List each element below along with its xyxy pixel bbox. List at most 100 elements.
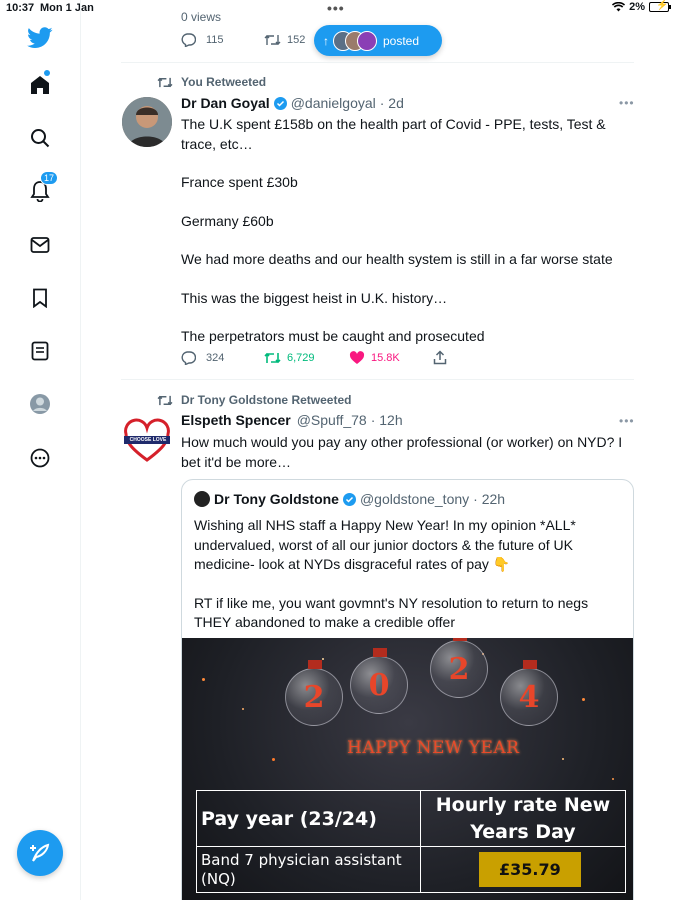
- pay-row-label: Band 7 physician assistant (NQ): [196, 846, 421, 893]
- tweet-paragraph: The perpetrators must be caught and pros…: [181, 328, 485, 344]
- avatar[interactable]: [122, 97, 172, 147]
- status-right: 2% ⚡: [612, 0, 671, 13]
- tweet-paragraph: How much would you pay any other profess…: [181, 434, 623, 470]
- quote-text: Wishing all NHS staff a Happy New Year! …: [194, 516, 614, 633]
- retweeted-line: Dr Tony Goldstone Retweeted: [157, 393, 351, 407]
- home-unread-dot: [44, 70, 50, 76]
- lists-icon[interactable]: [26, 337, 54, 365]
- tweet-divider: [121, 379, 634, 380]
- tweet-author-line: Elspeth Spencer @Spuff_78 · 12h: [181, 412, 403, 428]
- quote-author-handle: @goldstone_tony: [359, 491, 470, 507]
- ornament-digit: 0: [368, 667, 390, 703]
- profile-icon[interactable]: [26, 390, 54, 418]
- spark: [272, 758, 275, 761]
- retweet-icon: [264, 352, 281, 364]
- tweet-text: The U.K spent £158b on the health part o…: [181, 115, 631, 347]
- quote-author-name: Dr Tony Goldstone: [214, 491, 339, 507]
- retweeted-by: You Retweeted: [181, 75, 267, 89]
- notifications-badge: 17: [40, 171, 59, 185]
- author-name[interactable]: Dr Dan Goyal: [181, 95, 270, 111]
- quote-paragraph: Wishing all NHS staff a Happy New Year! …: [194, 517, 576, 572]
- spark: [562, 758, 564, 760]
- verified-badge-icon: [273, 96, 287, 110]
- more-options-icon[interactable]: •••: [619, 414, 635, 428]
- reply-icon: [181, 33, 196, 47]
- retweet-count: 152: [287, 34, 306, 46]
- spark: [322, 658, 324, 660]
- avatar-text: CHOOSE LOVE: [129, 437, 167, 443]
- battery-icon: ⚡: [649, 0, 671, 12]
- like-action[interactable]: 15.8K: [349, 351, 400, 365]
- reply-action[interactable]: 324: [181, 351, 224, 365]
- author-handle[interactable]: @Spuff_78: [297, 412, 367, 428]
- ornament: 2: [285, 660, 343, 726]
- retweet-action[interactable]: 152: [264, 33, 305, 47]
- share-icon: [433, 350, 447, 365]
- avatar[interactable]: CHOOSE LOVE: [122, 416, 172, 466]
- verified-badge-icon: [342, 492, 356, 506]
- retweet-icon: [157, 395, 173, 405]
- retweet-action[interactable]: 6,729: [264, 351, 315, 365]
- pay-rate-value: £35.79: [479, 852, 581, 887]
- ornament-digit: 4: [518, 679, 540, 715]
- posted-label: posted: [383, 33, 420, 48]
- tweet-text: How much would you pay any other profess…: [181, 433, 631, 472]
- spark: [612, 778, 614, 780]
- tweet-author-line: Dr Dan Goyal @danielgoyal · 2d: [181, 95, 404, 111]
- hourly-rate-header: Hourly rate New Years Day: [420, 790, 626, 847]
- quoted-tweet[interactable]: Dr Tony Goldstone @goldstone_tony · 22h …: [181, 479, 634, 900]
- heart-icon: [349, 351, 365, 364]
- quote-paragraph: RT if like me, you want govmnt's NY reso…: [194, 594, 589, 631]
- retweet-icon: [157, 77, 173, 87]
- multitasking-dots-icon[interactable]: •••: [327, 0, 345, 16]
- mail-icon[interactable]: [26, 231, 54, 259]
- ornament-digit: 2: [448, 651, 470, 687]
- tweet-time[interactable]: · 2d: [380, 95, 404, 111]
- tweet-paragraph: The U.K spent £158b on the health part o…: [181, 116, 606, 152]
- wifi-icon: [612, 2, 626, 12]
- ornament: 0: [350, 648, 408, 714]
- pay-table: Pay year (23/24) Hourly rate New Years D…: [196, 790, 626, 893]
- more-icon[interactable]: [26, 444, 54, 472]
- tweet-divider: [121, 62, 634, 63]
- share-action[interactable]: [433, 350, 447, 365]
- arrow-up-icon: ↑: [323, 33, 329, 48]
- home-icon[interactable]: [26, 70, 54, 99]
- spark: [242, 708, 244, 710]
- status-bar: 10:37 Mon 1 Jan ••• 2% ⚡: [0, 0, 675, 16]
- tweet-paragraph: France spent £30b: [181, 174, 298, 190]
- happy-new-year-text: HAPPY NEW YEAR: [347, 738, 520, 758]
- tweet-paragraph: This was the biggest heist in U.K. histo…: [181, 289, 448, 306]
- mini-avatar: [357, 30, 377, 51]
- tweet-paragraph: We had more deaths and our health system…: [181, 251, 613, 267]
- quote-author-line: Dr Tony Goldstone @goldstone_tony · 22h: [194, 491, 505, 507]
- ornament-digit: 2: [303, 679, 325, 715]
- new-posts-pill[interactable]: ↑ posted: [314, 25, 442, 56]
- retweeted-line: You Retweeted: [157, 75, 266, 89]
- ornament: 4: [500, 660, 558, 726]
- quote-image[interactable]: 2 0 2 4 HAPPY NEW YEAR Pay year (23/24) …: [182, 638, 633, 900]
- battery-percent: 2%: [629, 1, 645, 13]
- sidebar: 17: [0, 0, 81, 900]
- tweet-time[interactable]: · 12h: [371, 412, 403, 428]
- compose-button[interactable]: [17, 830, 63, 876]
- retweeted-by: Dr Tony Goldstone Retweeted: [181, 393, 352, 407]
- author-name[interactable]: Elspeth Spencer: [181, 412, 291, 428]
- reply-action[interactable]: 115: [181, 33, 224, 47]
- bookmark-icon[interactable]: [26, 284, 54, 312]
- tweet-paragraph: Germany £60b: [181, 212, 274, 229]
- reply-count: 324: [206, 352, 225, 364]
- reply-count: 115: [206, 34, 224, 46]
- quote-avatar: [194, 491, 210, 507]
- bell-icon[interactable]: 17: [26, 171, 59, 205]
- retweet-count: 6,729: [287, 352, 315, 364]
- quote-time: · 22h: [473, 491, 506, 507]
- twitter-logo-icon[interactable]: [26, 24, 54, 52]
- retweet-icon: [264, 35, 281, 45]
- author-handle[interactable]: @danielgoyal: [291, 95, 376, 111]
- more-options-icon[interactable]: •••: [619, 96, 635, 110]
- reply-icon: [181, 351, 196, 365]
- search-icon[interactable]: [26, 124, 54, 152]
- spark: [202, 678, 205, 681]
- views-count: 0 views: [181, 10, 222, 24]
